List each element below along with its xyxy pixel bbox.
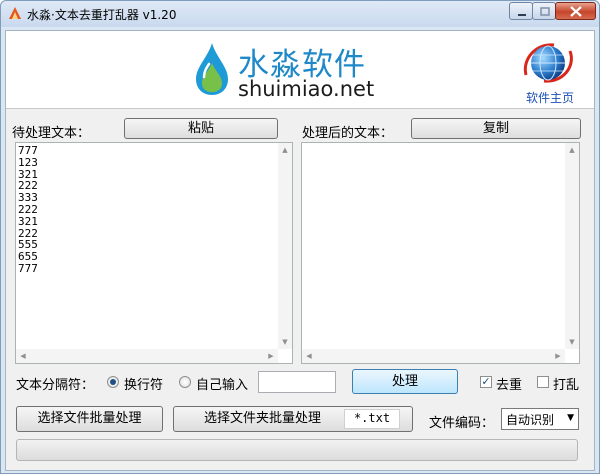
minimize-button[interactable]	[509, 2, 533, 20]
homepage-link[interactable]: 软件主页	[526, 89, 574, 106]
separator-custom-radio[interactable]	[179, 376, 191, 388]
scroll-right-arrow-icon[interactable]: ▶	[264, 349, 278, 363]
result-textarea[interactable]: ▲ ▼ ◀ ▶	[301, 142, 580, 364]
result-text-label: 处理后的文本：	[302, 126, 394, 141]
process-button[interactable]: 处理	[352, 369, 458, 394]
progress-bar	[16, 439, 578, 461]
chevron-down-icon: ▼	[567, 413, 574, 423]
separator-newline-label[interactable]: 换行符	[124, 374, 163, 393]
minimize-icon	[518, 14, 526, 16]
window-title: 水淼·文本去重打乱器 v1.20	[27, 8, 177, 22]
globe-icon[interactable]	[520, 37, 576, 89]
result-vertical-scrollbar[interactable]: ▲ ▼	[565, 143, 579, 349]
dedupe-checkbox[interactable]: ✓	[480, 376, 492, 388]
file-pattern-input[interactable]: *.txt	[344, 409, 400, 429]
paste-button[interactable]: 粘贴	[124, 118, 278, 139]
encoding-label: 文件编码：	[429, 416, 495, 431]
logo-text-domain: shuimiao.net	[238, 77, 375, 101]
shuffle-checkbox[interactable]	[537, 376, 549, 388]
separator-custom-input[interactable]	[258, 371, 336, 393]
encoding-selected-value: 自动识别	[506, 413, 555, 427]
scroll-right-arrow-icon[interactable]: ▶	[551, 349, 565, 363]
encoding-select[interactable]: 自动识别 ▼	[501, 408, 579, 430]
scroll-left-arrow-icon[interactable]: ◀	[16, 349, 30, 363]
shuffle-label[interactable]: 打乱	[553, 374, 579, 393]
select-folder-batch-label: 选择文件夹批量处理	[204, 411, 322, 426]
close-icon	[570, 6, 582, 17]
scroll-up-arrow-icon[interactable]: ▲	[565, 143, 579, 157]
banner: 水淼软件 shuimiao.net 软件主页	[6, 31, 594, 109]
app-icon	[9, 7, 21, 19]
scroll-up-arrow-icon[interactable]: ▲	[278, 143, 292, 157]
scroll-left-arrow-icon[interactable]: ◀	[302, 349, 316, 363]
source-text-content: 777 123 321 222 333 222 321 222 555 655 …	[18, 144, 38, 275]
dedupe-label[interactable]: 去重	[496, 374, 522, 393]
close-button[interactable]	[555, 2, 596, 20]
title-bar[interactable]: 水淼·文本去重打乱器 v1.20	[1, 1, 599, 27]
maximize-button[interactable]	[532, 2, 556, 20]
copy-button[interactable]: 复制	[411, 118, 581, 139]
scroll-down-arrow-icon[interactable]: ▼	[278, 335, 292, 349]
app-window: 水淼·文本去重打乱器 v1.20 水淼软件 shuimiao.net 软件主页 …	[0, 0, 600, 474]
result-horizontal-scrollbar[interactable]: ◀ ▶	[302, 349, 565, 363]
source-vertical-scrollbar[interactable]: ▲ ▼	[278, 143, 292, 349]
source-horizontal-scrollbar[interactable]: ◀ ▶	[16, 349, 278, 363]
separator-newline-radio[interactable]	[107, 376, 119, 388]
source-textarea[interactable]: 777 123 321 222 333 222 321 222 555 655 …	[15, 142, 293, 364]
main-panel: 水淼软件 shuimiao.net 软件主页 待处理文本： 粘贴 777 123…	[5, 30, 595, 471]
source-text-label: 待处理文本：	[12, 126, 91, 141]
separator-label: 文本分隔符：	[16, 378, 95, 393]
scroll-down-arrow-icon[interactable]: ▼	[565, 335, 579, 349]
water-drop-icon	[196, 43, 228, 95]
separator-custom-label[interactable]: 自己输入	[196, 374, 248, 393]
select-file-batch-button[interactable]: 选择文件批量处理	[16, 406, 163, 432]
maximize-icon	[540, 7, 550, 16]
